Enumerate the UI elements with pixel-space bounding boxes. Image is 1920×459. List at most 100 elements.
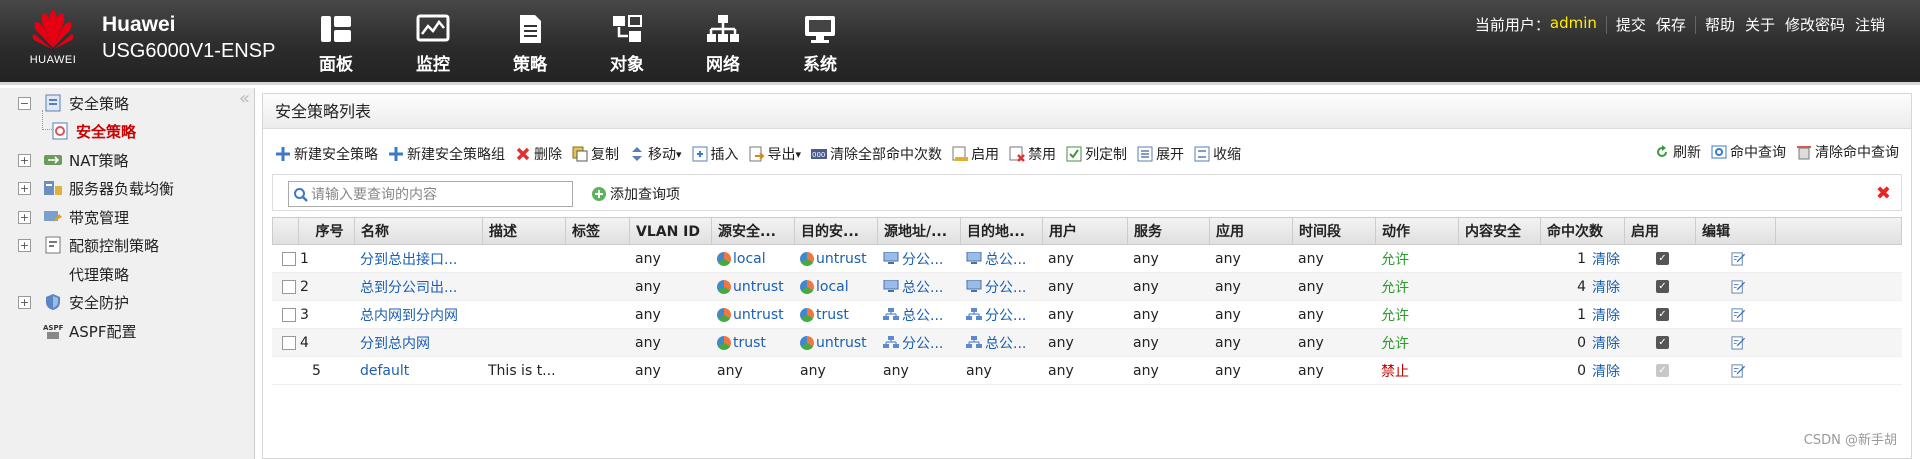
row-checkbox[interactable] [282, 279, 296, 294]
column-header[interactable]: 动作 [1376, 218, 1459, 244]
table-row[interactable]: 4 分到总内网 any trust untrust 分公... 总公... any any any… [272, 329, 1902, 357]
help-link[interactable]: 帮助 [1700, 14, 1740, 36]
column-header[interactable]: 名称 [355, 218, 483, 244]
policy-name-link[interactable]: 总内网到分内网 [360, 305, 458, 325]
sidebar-item-security-policy-page[interactable]: 安全策略 [42, 110, 136, 142]
enabled-checkbox[interactable]: ✓ [1656, 308, 1669, 321]
new-policy-group-button[interactable]: 新建安全策略组 [388, 144, 505, 164]
table-row[interactable]: 1 分到总出接口... any local untrust 分公... 总公... any an… [272, 245, 1902, 273]
cell-enabled[interactable]: ✓ [1624, 280, 1695, 293]
policy-name-link[interactable]: 分到总出接口... [360, 249, 457, 269]
refresh-button[interactable]: 刷新 [1654, 142, 1701, 162]
policy-name-link[interactable]: default [360, 363, 409, 379]
about-link[interactable]: 关于 [1740, 14, 1780, 36]
edit-icon[interactable] [1730, 251, 1746, 266]
column-header[interactable]: 源地址/... [878, 218, 961, 244]
zone-link[interactable]: trust [816, 307, 849, 323]
tree-toggle[interactable]: + [18, 295, 31, 309]
zone-link[interactable]: trust [733, 335, 766, 351]
column-header[interactable]: 描述 [483, 218, 566, 244]
row-checkbox[interactable] [282, 307, 296, 322]
new-policy-button[interactable]: 新建安全策略 [275, 144, 378, 164]
cell-enabled[interactable]: ✓ [1624, 308, 1695, 321]
cell-name[interactable]: default [354, 363, 482, 379]
export-button[interactable]: 导出 ▾ [749, 144, 801, 164]
policy-name-link[interactable]: 总到分公司出... [360, 277, 457, 297]
column-header[interactable]: 源安全... [712, 218, 795, 244]
cell-enabled[interactable]: ✓ [1624, 364, 1695, 377]
logout-link[interactable]: 注销 [1850, 14, 1890, 36]
row-checkbox[interactable] [282, 335, 296, 350]
column-header[interactable]: 启用 [1625, 218, 1696, 244]
edit-icon[interactable] [1730, 363, 1746, 378]
row-select[interactable] [272, 251, 298, 266]
add-query-button[interactable]: 添加查询项 [591, 184, 680, 204]
column-header[interactable]: 应用 [1210, 218, 1293, 244]
copy-button[interactable]: 复制 [572, 144, 619, 164]
nav-policy[interactable]: 策略 [490, 14, 570, 75]
column-header[interactable]: VLAN ID [630, 218, 712, 244]
clear-hits-link[interactable]: 清除 [1592, 333, 1620, 353]
clear-hits-link[interactable]: 清除 [1592, 277, 1620, 297]
disable-button[interactable]: 禁用 [1009, 144, 1056, 164]
sidebar-item-proxy[interactable]: 代理策略 [43, 263, 129, 285]
sidebar-item-nat[interactable]: + NAT策略 [18, 149, 128, 171]
nav-system[interactable]: 系统 [780, 14, 860, 75]
close-search-button[interactable]: ✖ [1876, 183, 1891, 204]
table-row[interactable]: 2 总到分公司出... any untrust local 总公... 分公... any an… [272, 273, 1902, 301]
column-customize-button[interactable]: 列定制 [1066, 144, 1127, 164]
address-link[interactable]: 总公... [902, 277, 943, 297]
cell-edit[interactable] [1695, 279, 1775, 294]
tree-toggle[interactable]: + [18, 181, 31, 195]
tree-toggle[interactable]: + [18, 153, 31, 167]
cell-edit[interactable] [1695, 335, 1775, 350]
column-header[interactable]: 时间段 [1293, 218, 1376, 244]
nav-network[interactable]: 网络 [683, 14, 763, 75]
enabled-checkbox[interactable]: ✓ [1656, 280, 1669, 293]
cell-name[interactable]: 总内网到分内网 [354, 305, 482, 325]
sidebar-item-quota[interactable]: + 配额控制策略 [18, 234, 159, 256]
zone-link[interactable]: local [733, 251, 766, 267]
sidebar-item-aspf[interactable]: ASPF ASPF配置 [43, 320, 136, 342]
clear-all-hits-button[interactable]: 000 清除全部命中次数 [811, 144, 942, 164]
table-row[interactable]: 3 总内网到分内网 any untrust trust 总公... 分公... any any a… [272, 301, 1902, 329]
insert-button[interactable]: 插入 [692, 144, 739, 164]
zone-link[interactable]: untrust [733, 279, 784, 295]
clear-hit-query-button[interactable]: 清除命中查询 [1796, 142, 1899, 162]
zone-link[interactable]: untrust [816, 251, 867, 267]
cell-edit[interactable] [1695, 251, 1775, 266]
column-header[interactable]: 编辑 [1696, 218, 1776, 244]
zone-link[interactable]: local [816, 279, 849, 295]
address-link[interactable]: 分公... [985, 305, 1026, 325]
save-link[interactable]: 保存 [1651, 14, 1691, 36]
cell-enabled[interactable]: ✓ [1624, 336, 1695, 349]
column-header[interactable]: 目的安... [795, 218, 878, 244]
cell-edit[interactable] [1695, 363, 1775, 378]
sidebar-item-bandwidth[interactable]: + 带宽管理 [18, 206, 129, 228]
collapse-button[interactable]: 收缩 [1194, 144, 1241, 164]
cell-name[interactable]: 分到总出接口... [354, 249, 482, 269]
address-link[interactable]: 分公... [902, 249, 943, 269]
expand-button[interactable]: 展开 [1137, 144, 1184, 164]
nav-monitor[interactable]: 监控 [393, 14, 473, 75]
cell-name[interactable]: 总到分公司出... [354, 277, 482, 297]
edit-icon[interactable] [1730, 335, 1746, 350]
column-header[interactable]: 命中次数 [1541, 218, 1625, 244]
submit-link[interactable]: 提交 [1611, 14, 1651, 36]
row-checkbox[interactable] [282, 251, 296, 266]
policy-name-link[interactable]: 分到总内网 [360, 333, 430, 353]
cell-name[interactable]: 分到总内网 [354, 333, 482, 353]
clear-hits-link[interactable]: 清除 [1592, 305, 1620, 325]
delete-button[interactable]: 删除 [515, 144, 562, 164]
clear-hits-link[interactable]: 清除 [1592, 361, 1620, 381]
row-select[interactable] [272, 335, 298, 350]
sidebar-item-security-policy[interactable]: − 安全策略 [18, 92, 129, 114]
address-link[interactable]: 分公... [985, 277, 1026, 297]
clear-hits-link[interactable]: 清除 [1592, 249, 1620, 269]
column-header[interactable]: 目的地... [961, 218, 1043, 244]
nav-object[interactable]: 对象 [587, 14, 667, 75]
sidebar-item-load-balance[interactable]: + 服务器负载均衡 [18, 177, 174, 199]
address-link[interactable]: 总公... [902, 305, 943, 325]
collapse-sidebar-button[interactable]: « [239, 88, 250, 109]
cell-edit[interactable] [1695, 307, 1775, 322]
